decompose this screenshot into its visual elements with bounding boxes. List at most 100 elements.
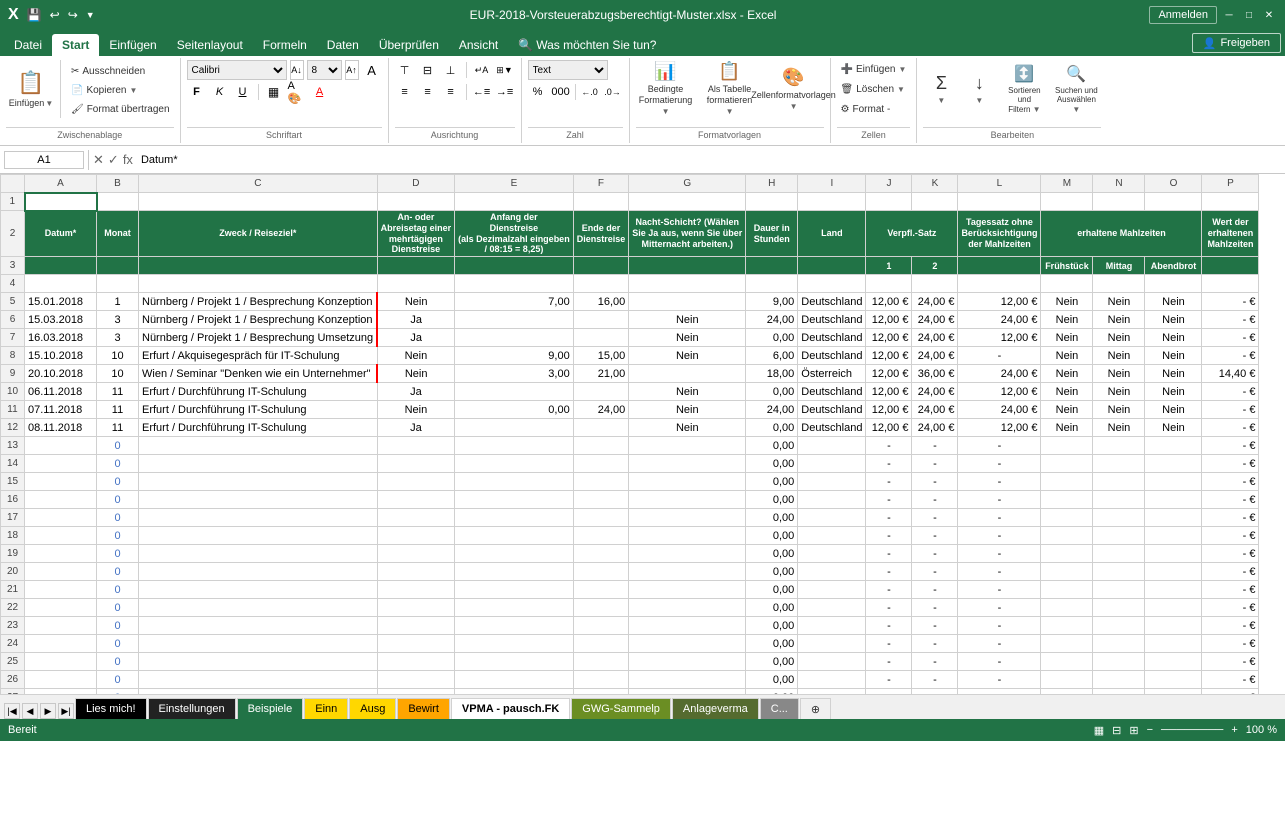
align-right-button[interactable]: ≡	[441, 82, 461, 102]
cell-O10[interactable]: Nein	[1145, 383, 1202, 401]
cell-L11[interactable]: 24,00 €	[958, 401, 1041, 419]
col-header-J[interactable]: J	[866, 175, 912, 193]
cell-B3[interactable]	[97, 257, 139, 275]
cell-A8[interactable]: 15.10.2018	[25, 347, 97, 365]
cell-G3[interactable]	[629, 257, 746, 275]
cell-D11[interactable]: Nein	[377, 401, 455, 419]
name-box[interactable]	[4, 151, 84, 169]
cell-K7[interactable]: 24,00 €	[912, 329, 958, 347]
tab-seitenlayout[interactable]: Seitenlayout	[167, 34, 253, 56]
cell-C6[interactable]: Nürnberg / Projekt 1 / Besprechung Konze…	[139, 311, 378, 329]
cell-H11[interactable]: 24,00	[746, 401, 798, 419]
cell-G1[interactable]	[629, 193, 746, 211]
close-button[interactable]: ✕	[1261, 7, 1277, 23]
cell-G2[interactable]: Nacht-Schicht? (WählenSie Ja aus, wenn S…	[629, 211, 746, 257]
cell-K10[interactable]: 24,00 €	[912, 383, 958, 401]
cancel-formula-icon[interactable]: ✕	[93, 152, 104, 168]
cell-J5[interactable]: 12,00 €	[866, 293, 912, 311]
cell-D2[interactable]: An- oderAbreisetag einermehrtägigenDiens…	[377, 211, 455, 257]
clear-format-button[interactable]: A	[362, 60, 382, 80]
cell-D4[interactable]	[377, 275, 455, 293]
cell-P11[interactable]: - €	[1202, 401, 1259, 419]
cut-button[interactable]: ✂Ausschneiden	[67, 62, 174, 80]
cell-C2[interactable]: Zweck / Reiseziel*	[139, 211, 378, 257]
cell-C9[interactable]: Wien / Seminar "Denken wie ein Unternehm…	[139, 365, 378, 383]
cell-styles-button[interactable]: 🎨 Zellenformatvorlagen ▼	[764, 60, 824, 118]
page-break-icon[interactable]: ⊞	[1129, 724, 1138, 737]
cell-J8[interactable]: 12,00 €	[866, 347, 912, 365]
cell-G6[interactable]: Nein	[629, 311, 746, 329]
cell-I3[interactable]	[798, 257, 866, 275]
cell-O8[interactable]: Nein	[1145, 347, 1202, 365]
col-header-C[interactable]: C	[139, 175, 378, 193]
cell-O4[interactable]	[1145, 275, 1202, 293]
cell-C12[interactable]: Erfurt / Durchführung IT-Schulung	[139, 419, 378, 437]
cell-P12[interactable]: - €	[1202, 419, 1259, 437]
cell-P5[interactable]: - €	[1202, 293, 1259, 311]
percent-button[interactable]: %	[528, 82, 548, 102]
cell-F4[interactable]	[573, 275, 629, 293]
cell-I11[interactable]: Deutschland	[798, 401, 866, 419]
cell-D6[interactable]: Ja	[377, 311, 455, 329]
find-select-button[interactable]: 🔍 Suchen undAuswählen ▼	[1051, 60, 1101, 118]
cell-E1[interactable]	[455, 193, 574, 211]
col-header-D[interactable]: D	[377, 175, 455, 193]
cell-A9[interactable]: 20.10.2018	[25, 365, 97, 383]
cell-F11[interactable]: 24,00	[573, 401, 629, 419]
cell-M6[interactable]: Nein	[1041, 311, 1093, 329]
font-color-button[interactable]: A	[310, 82, 330, 102]
tab-add[interactable]: ⊕	[800, 698, 831, 719]
cell-E2[interactable]: Anfang derDienstreise(als Dezimalzahl ei…	[455, 211, 574, 257]
cell-C4[interactable]	[139, 275, 378, 293]
cell-E6[interactable]	[455, 311, 574, 329]
cell-D7[interactable]: Ja	[377, 329, 455, 347]
cell-C3[interactable]	[139, 257, 378, 275]
tab-help[interactable]: 🔍Was möchten Sie tun?	[508, 34, 666, 56]
number-format-select[interactable]: Text Standard Zahl Währung	[528, 60, 608, 80]
cell-E7[interactable]	[455, 329, 574, 347]
cell-F7[interactable]	[573, 329, 629, 347]
cell-O3[interactable]: Abendbrot	[1145, 257, 1202, 275]
italic-button[interactable]: K	[210, 82, 230, 102]
conditional-format-button[interactable]: 📊 BedingteFormatierung ▼	[636, 60, 696, 118]
align-left-button[interactable]: ≡	[395, 82, 415, 102]
login-button[interactable]: Anmelden	[1149, 6, 1217, 24]
cell-O7[interactable]: Nein	[1145, 329, 1202, 347]
tab-formeln[interactable]: Formeln	[253, 34, 317, 56]
cell-H4[interactable]	[746, 275, 798, 293]
zoom-out-icon[interactable]: −	[1147, 724, 1153, 736]
cell-C10[interactable]: Erfurt / Durchführung IT-Schulung	[139, 383, 378, 401]
cell-C8[interactable]: Erfurt / Akquisegespräch für IT-Schulung	[139, 347, 378, 365]
tab-daten[interactable]: Daten	[317, 34, 369, 56]
cell-A2[interactable]: Datum*	[25, 211, 97, 257]
tab-more[interactable]: C...	[760, 698, 799, 719]
cell-I4[interactable]	[798, 275, 866, 293]
col-header-K[interactable]: K	[912, 175, 958, 193]
cell-G12[interactable]: Nein	[629, 419, 746, 437]
tab-ausg[interactable]: Ausg	[349, 698, 396, 719]
cell-J1[interactable]	[866, 193, 912, 211]
cell-F5[interactable]: 16,00	[573, 293, 629, 311]
indent-decrease-button[interactable]: ←≡	[472, 82, 492, 102]
font-size-select[interactable]: 8 9 10 11 12	[307, 60, 342, 80]
tab-lies-mich[interactable]: Lies mich!	[75, 698, 147, 719]
cell-H6[interactable]: 24,00	[746, 311, 798, 329]
tab-scroll-right-last[interactable]: ▶|	[58, 703, 74, 719]
cell-G11[interactable]: Nein	[629, 401, 746, 419]
cell-D5[interactable]: Nein	[377, 293, 455, 311]
cell-G9[interactable]	[629, 365, 746, 383]
cell-B9[interactable]: 10	[97, 365, 139, 383]
cell-M3[interactable]: Frühstück	[1041, 257, 1093, 275]
zoom-in-icon[interactable]: +	[1231, 724, 1237, 736]
cell-H8[interactable]: 6,00	[746, 347, 798, 365]
cell-M11[interactable]: Nein	[1041, 401, 1093, 419]
tab-datei[interactable]: Datei	[4, 34, 52, 56]
tab-scroll-left[interactable]: ◀	[22, 703, 38, 719]
cell-E3[interactable]	[455, 257, 574, 275]
cell-M9[interactable]: Nein	[1041, 365, 1093, 383]
col-header-M[interactable]: M	[1041, 175, 1093, 193]
cell-I1[interactable]	[798, 193, 866, 211]
bold-button[interactable]: F	[187, 82, 207, 102]
delete-cells-button[interactable]: 🗑Löschen▼	[837, 80, 909, 99]
save-icon[interactable]: 💾	[25, 6, 44, 24]
